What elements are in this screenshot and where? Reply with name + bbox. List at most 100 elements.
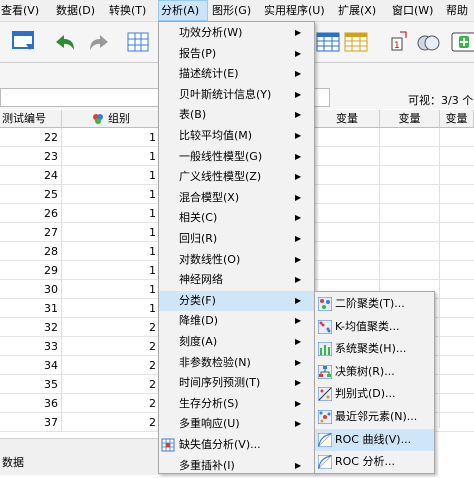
menu-item-compare-means[interactable]: 比较平均值(M) ▶ [159,126,314,147]
menu-item-mixed-models[interactable]: 混合模型(X) ▶ [159,188,314,209]
cell-group[interactable]: 1 [62,242,160,261]
column-header-test-id[interactable]: 测试编号 [0,110,62,128]
menu-item-discriminant[interactable]: 判别式(D)... [315,383,434,406]
menu-view[interactable]: 查看(V) [1,0,39,21]
menu-item-classify[interactable]: 分类(F) ▶ [159,290,314,312]
hierarchical-cluster-icon [317,341,333,357]
menu-item-multiple-response[interactable]: 多重响应(U) ▶ [159,414,314,435]
menu-item-bayesian-statistics[interactable]: 贝叶斯统计信息(Y) ▶ [159,85,314,106]
menu-item-nonparametric-tests[interactable]: 非参数检验(N) ▶ [159,353,314,374]
split-file-icon[interactable]: 1 [386,28,414,56]
cell-group[interactable]: 2 [62,394,160,413]
data-editor-icon[interactable] [10,28,38,56]
goto-case-icon[interactable] [124,28,152,56]
cell-group[interactable]: 1 [62,223,160,242]
cell-test-id[interactable]: 25 [0,185,62,204]
menu-item-roc-curve[interactable]: ROC 曲线(V)... [315,428,434,452]
cell-test-id[interactable]: 28 [0,242,62,261]
menu-item-nearest-neighbor[interactable]: 最近邻元素(N)... [315,406,434,429]
menu-item-correlate[interactable]: 相关(C) ▶ [159,208,314,229]
menu-item-regression[interactable]: 回归(R) ▶ [159,229,314,250]
menu-transform[interactable]: 转换(T) [109,0,146,21]
cell-test-id[interactable]: 31 [0,299,62,318]
cell-test-id[interactable]: 33 [0,337,62,356]
cell-group[interactable]: 1 [62,166,160,185]
menu-utilities[interactable]: 实用程序(U) [264,0,325,21]
svg-text:1: 1 [394,41,400,51]
menu-item-roc-analysis[interactable]: ROC 分析... [315,451,434,474]
column-header-var-3[interactable]: 变量 [440,110,474,128]
cell-group[interactable]: 1 [62,204,160,223]
submenu-arrow-icon: ▶ [295,213,302,223]
cell-group[interactable]: 1 [62,261,160,280]
cell-group[interactable]: 1 [62,299,160,318]
cell-group[interactable]: 2 [62,337,160,356]
menu-item-reports[interactable]: 报告(P) ▶ [159,44,314,65]
redo-icon[interactable] [86,28,114,56]
menu-analyze[interactable]: 分析(A) [158,0,208,21]
submenu-arrow-icon: ▶ [295,192,302,202]
cell-group[interactable]: 2 [62,318,160,337]
cell-group[interactable]: 2 [62,375,160,394]
menu-item-label: 降维(D) [179,314,219,328]
menu-item-scale[interactable]: 刻度(A) ▶ [159,332,314,353]
cell-group[interactable]: 1 [62,280,160,299]
menu-item-label: 表(B) [179,108,207,122]
menu-item-kmeans-cluster[interactable]: K-均值聚类... [315,316,434,339]
submenu-arrow-icon: ▶ [295,69,302,79]
menu-item-label: 广义线性模型(Z) [179,170,262,184]
cell-test-id[interactable]: 32 [0,318,62,337]
cell-group[interactable]: 2 [62,356,160,375]
column-header-var-2[interactable]: 变量 [380,110,440,128]
menu-item-descriptive-statistics[interactable]: 描述统计(E) ▶ [159,64,314,85]
menu-extensions[interactable]: 扩展(X) [338,0,376,21]
menu-item-forecasting[interactable]: 时间序列预测(T) ▶ [159,373,314,394]
value-labels-icon[interactable] [342,28,370,56]
sets-icon[interactable] [414,28,442,56]
menu-window[interactable]: 窗口(W) [392,0,433,21]
menu-item-generalized-linear-models[interactable]: 广义线性模型(Z) ▶ [159,167,314,188]
column-header-var-1[interactable]: 变量 [315,110,380,128]
tab-data-view[interactable]: 数据 [0,452,32,474]
menu-item-missing-value-analysis[interactable]: 缺失值分析(V)... [159,435,314,456]
menu-graphs[interactable]: 图形(G) [212,0,251,21]
menu-item-general-linear-model[interactable]: 一般线性模型(G) ▶ [159,147,314,168]
menu-item-power-analysis[interactable]: 功效分析(W) ▶ [159,23,314,44]
roc-analysis-icon [317,454,333,470]
cell-test-id[interactable]: 30 [0,280,62,299]
cell-test-id[interactable]: 27 [0,223,62,242]
cell-group[interactable]: 1 [62,128,160,147]
cell-test-id[interactable]: 23 [0,147,62,166]
submenu-arrow-icon: ▶ [295,28,302,37]
menu-item-multiple-imputation[interactable]: 多重插补(I) ▶ [159,456,314,477]
column-header-group[interactable]: 组别 [62,110,160,128]
cell-group[interactable]: 1 [62,147,160,166]
submenu-arrow-icon: ▶ [295,234,302,243]
roc-curve-icon [317,432,333,448]
menu-item-neural-networks[interactable]: 神经网络 ▶ [159,270,314,291]
menu-item-label: 二阶聚类(T)... [335,297,405,310]
cell-group[interactable]: 1 [62,185,160,204]
menu-item-tables[interactable]: 表(B) ▶ [159,105,314,126]
cell-test-id[interactable]: 29 [0,261,62,280]
menu-item-loglinear[interactable]: 对数线性(O) ▶ [159,250,314,271]
menu-item-twostep-cluster[interactable]: 二阶聚类(T)... [315,293,434,316]
menu-item-hierarchical-cluster[interactable]: 系统聚类(H)... [315,338,434,361]
cell-test-id[interactable]: 24 [0,166,62,185]
menu-item-dimension-reduction[interactable]: 降维(D) ▶ [159,311,314,332]
cell-test-id[interactable]: 26 [0,204,62,223]
cell-test-id[interactable]: 34 [0,356,62,375]
menu-item-survival[interactable]: 生存分析(S) ▶ [159,394,314,415]
undo-icon[interactable] [50,28,78,56]
cell-group[interactable]: 2 [62,413,160,432]
menu-item-tree[interactable]: 决策树(R)... [315,361,434,384]
menu-help[interactable]: 帮助 [446,0,468,21]
cell-test-id[interactable]: 35 [0,375,62,394]
cell-test-id[interactable]: 37 [0,413,62,432]
table-icon[interactable] [314,28,342,56]
cell-test-id[interactable]: 22 [0,128,62,147]
cell-test-id[interactable]: 36 [0,394,62,413]
tree-icon [317,364,333,380]
add-icon[interactable] [450,28,474,56]
menu-data[interactable]: 数据(D) [56,0,95,21]
